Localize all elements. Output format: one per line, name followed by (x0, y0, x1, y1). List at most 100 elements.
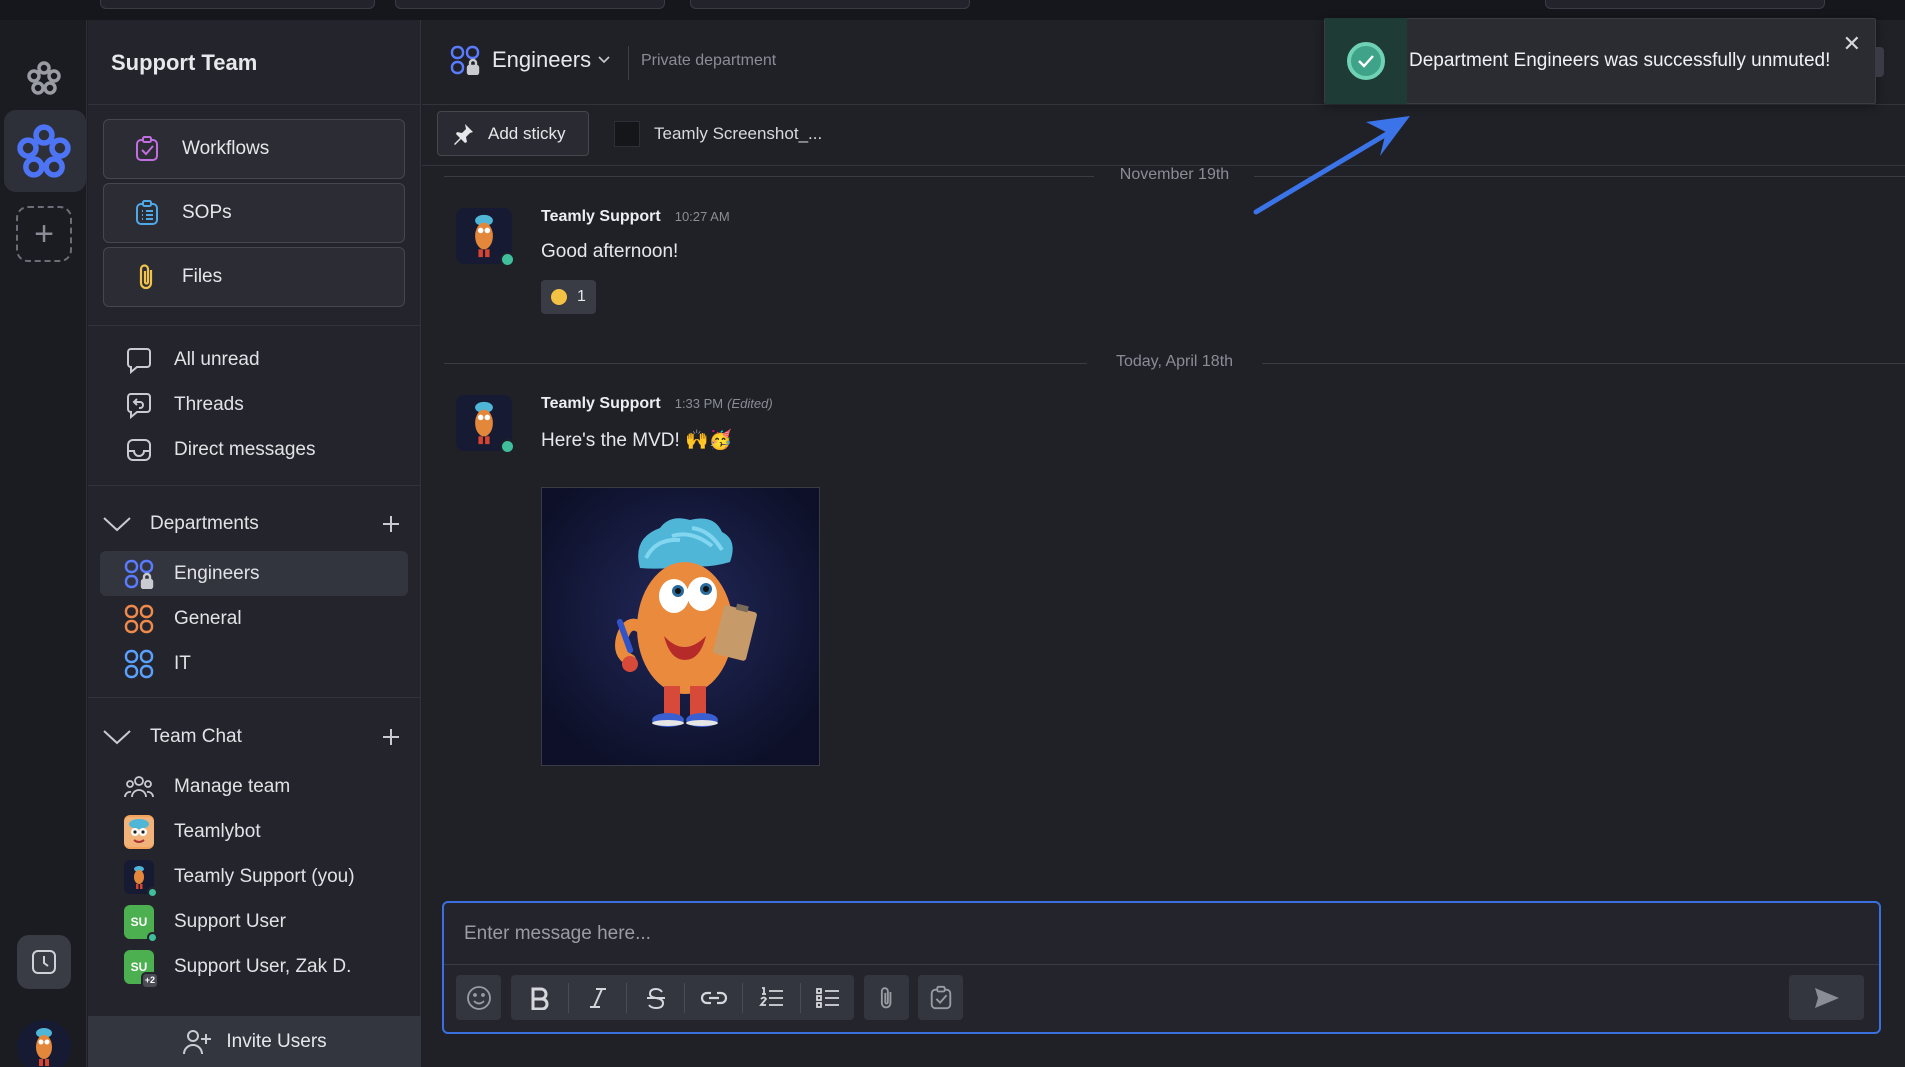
message-time: 1:33 PM (674, 396, 724, 411)
plus-icon: + (34, 215, 54, 253)
message-text: Here's the MVD! 🙌🥳 (541, 430, 733, 451)
threads-icon (124, 390, 154, 420)
message: Teamly Support 10:27 AM Good afternoon! 1 (456, 208, 1156, 318)
bold-button[interactable] (511, 975, 568, 1020)
paperclip-icon (880, 986, 891, 1008)
add-sticky-label: Add sticky (488, 123, 566, 143)
send-button[interactable] (1789, 975, 1864, 1020)
add-sticky-button[interactable]: Add sticky (437, 111, 589, 156)
teamly-support-avatar (124, 860, 158, 898)
group-avatar: SU +2 (124, 950, 159, 989)
attach-file-button[interactable] (864, 975, 909, 1020)
italic-icon (589, 987, 606, 1008)
success-toast: Department Engineers was successfully un… (1324, 18, 1876, 104)
emoji-button[interactable] (456, 975, 501, 1020)
message-author[interactable]: Teamly Support 10:27 AM (541, 208, 730, 226)
close-icon[interactable]: ✕ (1843, 33, 1861, 55)
sidebar: Support Team Workflows SOPs Files All un… (88, 20, 421, 1067)
group-count-badge: +2 (140, 972, 159, 989)
online-status-dot (500, 439, 515, 454)
nav-label: Manage team (174, 776, 291, 797)
inbox-icon (124, 435, 154, 465)
online-status-dot (147, 932, 158, 943)
bullet-list-icon (815, 987, 839, 1008)
italic-button[interactable] (569, 975, 626, 1020)
create-task-button[interactable] (918, 975, 963, 1020)
image-attachment[interactable] (541, 487, 820, 766)
chevron-down-icon[interactable] (100, 507, 134, 541)
message-composer (442, 901, 1881, 1034)
department-it[interactable]: IT (124, 647, 191, 681)
author-name: Teamly Support (541, 208, 661, 225)
ghost-search (1545, 0, 1825, 9)
teamly-logo-icon[interactable] (0, 50, 87, 106)
tool-sops[interactable]: SOPs (103, 183, 405, 243)
channel-name-button[interactable]: Engineers (450, 45, 611, 75)
chat-group-support-zak[interactable]: SU +2 Support User, Zak D. (124, 950, 352, 989)
toast-message: Department Engineers was successfully un… (1409, 50, 1831, 71)
nav-all-unread[interactable]: All unread (124, 343, 260, 377)
grinning-face-icon (551, 289, 568, 305)
invite-users-button[interactable]: Invite Users (88, 1016, 421, 1067)
link-icon (700, 991, 727, 1004)
mascot-image (542, 488, 819, 765)
screenshot-thumbnail (614, 120, 640, 147)
section-label: Departments (150, 513, 259, 534)
date-label: November 19th (1119, 166, 1230, 183)
link-button[interactable] (685, 975, 742, 1020)
add-department-icon[interactable] (376, 509, 406, 539)
channel-name: Engineers (492, 47, 592, 72)
department-general[interactable]: General (124, 602, 242, 636)
divider (88, 104, 421, 105)
ordered-list-button[interactable] (743, 975, 800, 1020)
strikethrough-button[interactable] (627, 975, 684, 1020)
reaction-chip[interactable]: 1 (541, 280, 596, 314)
message-input[interactable] (444, 903, 1879, 965)
nav-threads[interactable]: Threads (124, 388, 244, 422)
chevron-down-icon[interactable] (100, 720, 134, 754)
department-engineers[interactable]: Engineers (124, 557, 260, 591)
chat-teamlybot[interactable]: Teamlybot (124, 815, 261, 849)
nav-label: Support User, Zak D. (174, 956, 352, 977)
nav-label: Engineers (174, 563, 260, 584)
team-chat-header[interactable]: Team Chat (100, 720, 406, 754)
user-avatar[interactable] (17, 1020, 71, 1067)
date-divider: Today, April 18th (444, 353, 1905, 373)
tool-label: Workflows (182, 138, 270, 159)
chat-support-user[interactable]: SU Support User (124, 905, 286, 943)
departments-header[interactable]: Departments (100, 507, 406, 541)
nav-label: All unread (174, 349, 260, 370)
section-label: Team Chat (150, 726, 242, 747)
chat-manage-team[interactable]: Manage team (124, 770, 290, 804)
message-author[interactable]: Teamly Support 1:33 PM (Edited) (541, 395, 773, 413)
workspace-title[interactable]: Support Team (111, 50, 257, 76)
divider (628, 46, 629, 80)
sticky-screenshot-tab[interactable]: Teamly Screenshot_... (614, 111, 822, 156)
smiley-icon (466, 985, 491, 1010)
toast-icon-area (1325, 18, 1407, 104)
clipboard-list-icon (132, 198, 162, 228)
clock-button[interactable] (17, 935, 71, 989)
bullet-list-button[interactable] (801, 975, 854, 1020)
avatar-initials: SU (130, 915, 148, 929)
tool-workflows[interactable]: Workflows (103, 119, 405, 179)
tool-label: SOPs (182, 202, 232, 223)
ghost-tab (100, 0, 375, 9)
add-chat-icon[interactable] (376, 722, 406, 752)
add-workspace-button[interactable]: + (16, 206, 72, 262)
strikethrough-icon (646, 987, 665, 1009)
ghost-tab (395, 0, 665, 9)
message-text: Good afternoon! (541, 241, 679, 262)
tool-files[interactable]: Files (103, 247, 405, 307)
chat-teamly-support[interactable]: Teamly Support (you) (124, 860, 355, 898)
chevron-down-icon (597, 55, 611, 65)
date-label: Today, April 18th (1115, 353, 1234, 370)
nav-label: Direct messages (174, 439, 316, 460)
support-user-avatar: SU (124, 905, 158, 943)
ordered-list-icon (758, 986, 783, 1006)
nav-direct-messages[interactable]: Direct messages (124, 433, 316, 467)
date-divider: November 19th (444, 166, 1905, 186)
author-name: Teamly Support (541, 395, 661, 412)
teamly-flower-icon[interactable] (0, 120, 87, 182)
nav-label: Threads (174, 394, 244, 415)
